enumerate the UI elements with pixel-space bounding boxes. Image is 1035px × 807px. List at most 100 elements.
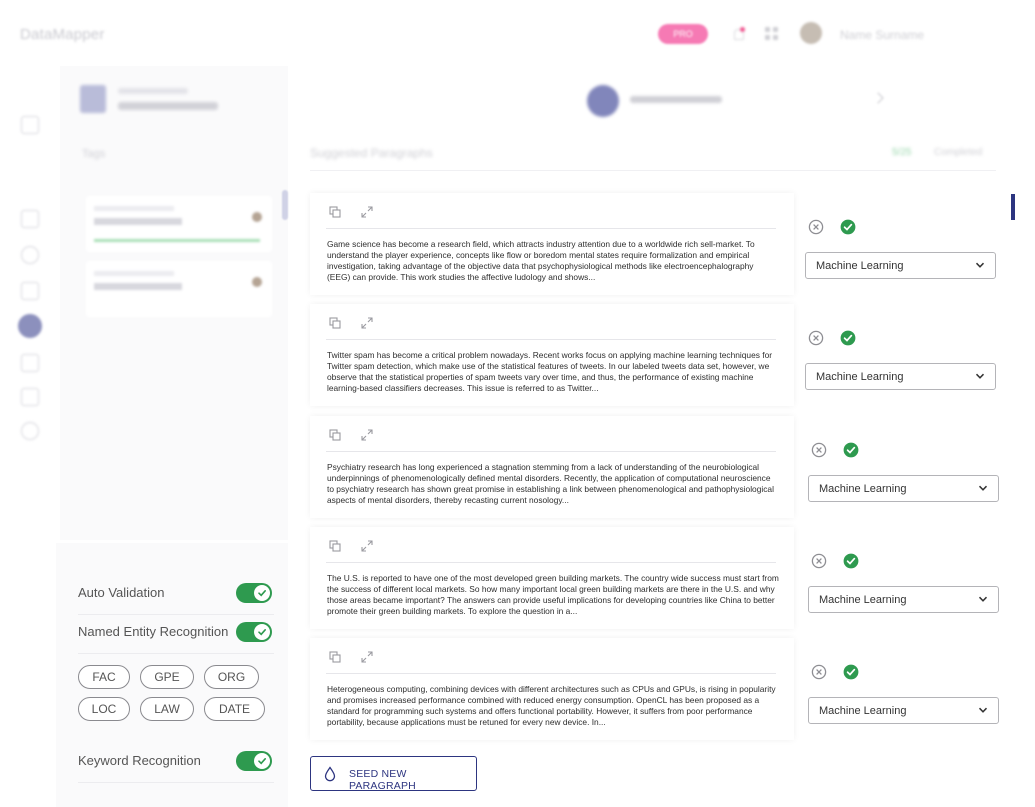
project-panel: Tags: [60, 66, 288, 540]
category-select-value: Machine Learning: [819, 483, 907, 495]
category-select[interactable]: Machine Learning: [805, 363, 996, 390]
brand-logo[interactable]: DataMapper: [20, 26, 105, 43]
project-meta: [118, 88, 188, 94]
chip-fac[interactable]: FAC: [78, 665, 130, 689]
paragraph-text: Game science has become a research field…: [327, 239, 755, 282]
category-select[interactable]: Machine Learning: [808, 697, 999, 724]
chart-icon[interactable]: [21, 282, 39, 300]
copy-icon[interactable]: [328, 316, 342, 330]
approve-icon[interactable]: [843, 442, 859, 458]
project-avatar[interactable]: [587, 85, 619, 117]
category-select-value: Machine Learning: [819, 594, 907, 606]
panel-scrollbar[interactable]: [282, 190, 288, 220]
paragraph-card: Game science has become a research field…: [310, 193, 794, 295]
reject-icon[interactable]: [811, 553, 827, 569]
project-selector-name[interactable]: [630, 96, 722, 103]
chip-org[interactable]: ORG: [204, 665, 259, 689]
dashboard-icon[interactable]: [21, 210, 39, 228]
paragraph-text: Heterogeneous computing, combining devic…: [327, 684, 776, 727]
chevron-down-icon[interactable]: [872, 92, 884, 104]
expand-icon[interactable]: [360, 428, 374, 442]
tags-heading: Tags: [82, 148, 106, 160]
reject-icon[interactable]: [811, 442, 827, 458]
category-select[interactable]: Machine Learning: [805, 252, 996, 279]
category-select[interactable]: Machine Learning: [808, 475, 999, 502]
chevron-down-icon: [978, 485, 988, 491]
nav-rail: [0, 66, 60, 807]
card-divider: [326, 339, 776, 340]
tag-icon[interactable]: [21, 246, 39, 264]
check-icon: [258, 758, 266, 765]
keyword-label: Keyword Recognition: [78, 753, 201, 768]
expand-icon[interactable]: [360, 205, 374, 219]
seed-button-label: SEED NEW PARAGRAPH: [349, 768, 416, 792]
settings-icon[interactable]: [21, 422, 39, 440]
progress-label: Completed: [934, 147, 983, 158]
user-name[interactable]: Name Surname: [840, 28, 924, 42]
paragraph-text: Twitter spam has become a critical probl…: [327, 350, 773, 393]
paragraph-text: Psychiatry research has long experienced…: [327, 462, 774, 505]
divider: [310, 170, 996, 171]
auto-validation-label: Auto Validation: [78, 585, 165, 600]
approve-icon[interactable]: [840, 330, 856, 346]
apps-grid-icon[interactable]: [765, 27, 779, 41]
copy-icon[interactable]: [328, 650, 342, 664]
expand-icon[interactable]: [360, 316, 374, 330]
chip-date[interactable]: DATE: [204, 697, 265, 721]
chevron-down-icon: [975, 373, 985, 379]
card-divider: [326, 228, 776, 229]
chip-law[interactable]: LAW: [140, 697, 194, 721]
scroll-indicator[interactable]: [1011, 194, 1015, 220]
tag-card[interactable]: [86, 196, 272, 252]
user-avatar[interactable]: [800, 22, 822, 44]
category-select-value: Machine Learning: [816, 260, 904, 272]
category-select-value: Machine Learning: [819, 705, 907, 717]
plan-badge-label: PRO: [673, 29, 693, 39]
approve-icon[interactable]: [843, 664, 859, 680]
tag-card[interactable]: [86, 261, 272, 317]
keyword-row: Keyword Recognition: [78, 745, 274, 783]
menu-icon[interactable]: [21, 116, 39, 134]
active-project-icon[interactable]: [18, 314, 42, 338]
paragraph-text: The U.S. is reported to have one of the …: [327, 573, 779, 616]
paragraph-card: Twitter spam has become a critical probl…: [310, 304, 794, 406]
comment-icon[interactable]: [21, 354, 39, 372]
approve-icon[interactable]: [843, 553, 859, 569]
users-icon[interactable]: [21, 388, 39, 406]
reject-icon[interactable]: [811, 664, 827, 680]
project-thumbnail: [80, 85, 106, 113]
category-select[interactable]: Machine Learning: [808, 586, 999, 613]
expand-icon[interactable]: [360, 650, 374, 664]
paragraph-card: Psychiatry research has long experienced…: [310, 416, 794, 518]
ner-label: Named Entity Recognition: [78, 624, 229, 639]
expand-icon[interactable]: [360, 539, 374, 553]
suggested-title: Suggested Paragraphs: [310, 146, 433, 160]
copy-icon[interactable]: [328, 428, 342, 442]
seed-paragraph-button[interactable]: SEED NEW PARAGRAPH: [310, 756, 477, 792]
paragraph-card: The U.S. is reported to have one of the …: [310, 527, 794, 629]
category-select-value: Machine Learning: [816, 371, 904, 383]
auto-validation-row: Auto Validation: [78, 577, 274, 615]
reject-icon[interactable]: [808, 330, 824, 346]
seed-drop-icon: [324, 766, 336, 782]
approve-icon[interactable]: [840, 219, 856, 235]
ner-toggle[interactable]: [236, 622, 272, 642]
card-divider: [326, 451, 776, 452]
settings-panel: Auto Validation Named Entity Recognition…: [56, 543, 288, 807]
chevron-down-icon: [978, 596, 988, 602]
reject-icon[interactable]: [808, 219, 824, 235]
project-title: [118, 102, 218, 110]
bell-icon[interactable]: [731, 27, 745, 41]
plan-badge[interactable]: PRO: [658, 24, 708, 44]
check-icon: [258, 590, 266, 597]
keyword-toggle[interactable]: [236, 751, 272, 771]
card-divider: [326, 673, 776, 674]
tag-avatar-icon: [252, 212, 262, 222]
chip-loc[interactable]: LOC: [78, 697, 130, 721]
chip-gpe[interactable]: GPE: [140, 665, 194, 689]
copy-icon[interactable]: [328, 539, 342, 553]
check-icon: [258, 629, 266, 636]
auto-validation-toggle[interactable]: [236, 583, 272, 603]
copy-icon[interactable]: [328, 205, 342, 219]
chevron-down-icon: [975, 262, 985, 268]
